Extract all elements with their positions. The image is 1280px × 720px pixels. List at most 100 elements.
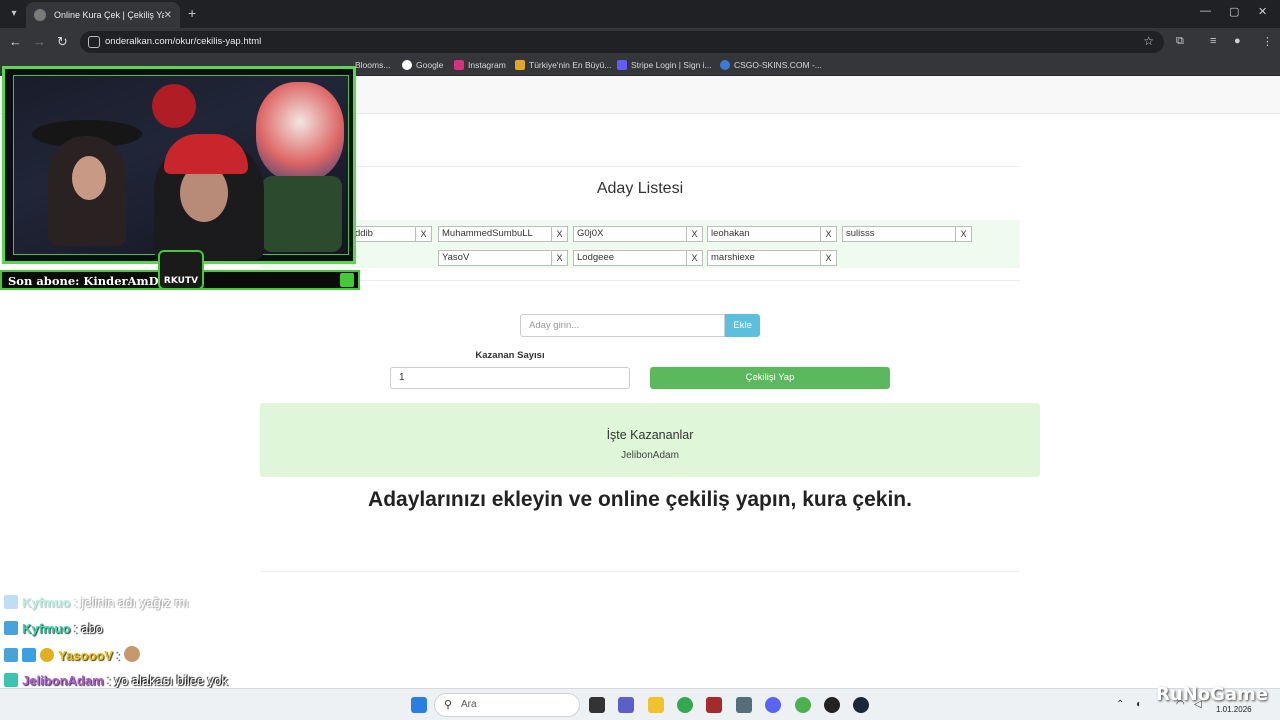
bookmark-item[interactable]: Blooms... [355,60,390,70]
taskbar-search[interactable]: ⚲ Ara [434,693,580,717]
chrome-icon[interactable] [677,697,693,713]
window-close-icon[interactable]: ✕ [1258,5,1267,18]
candidate-name-field[interactable]: Lodgeee [573,250,687,266]
chat-text: : [112,648,124,663]
candidate-name-field[interactable]: G0j0X [573,226,687,242]
bookmark-item[interactable]: Türkiye'nin En Büyü... [515,60,611,70]
restore-icon[interactable]: ▢ [1229,5,1239,18]
bookmark-item[interactable]: Instagram [454,60,506,70]
file-explorer-icon[interactable] [648,697,664,713]
remove-candidate-button[interactable]: X [416,226,432,242]
chat-message: Kyfmuo : jelinin adı yağız mı [4,594,189,612]
ornament-image [152,84,196,128]
winner-name: JelibonAdam [621,450,679,461]
platform-icon [4,673,18,687]
divider [260,280,1020,281]
hat-image [164,134,248,174]
tray-app-icon[interactable]: ◐ [1136,699,1142,710]
draw-button[interactable]: Çekilişi Yap [650,367,890,389]
watermark-logo: RuNoGame [1156,684,1268,705]
chat-username: Kyfmuo [22,595,71,610]
discord-icon[interactable] [765,697,781,713]
webcam-overlay [2,66,356,264]
reload-icon[interactable]: ↻ [57,34,68,50]
candidate-item: sulisss X [842,226,972,242]
chat-username: Kyfmuo [22,621,71,636]
tab-bar: ▾ Online Kura Çek | Çekiliş Yap ✕ + — ▢ … [0,0,1280,28]
remove-candidate-button[interactable]: X [821,250,837,266]
badge-icon [22,648,36,662]
taskbar-date[interactable]: 1.01.2026 [1216,705,1252,714]
decoration-image [262,176,342,252]
page-headline: Adaylarınızı ekleyin ve online çekiliş y… [368,488,912,511]
remove-candidate-button[interactable]: X [821,226,837,242]
url-text: onderalkan.com/okur/cekilis-yap.html [105,36,262,47]
forward-icon[interactable]: → [33,34,46,50]
chat-username: YasoooV [58,648,113,663]
channel-logo-text: RKUTV [163,276,199,286]
divider [260,166,1020,167]
santa-image [256,82,344,182]
candidate-item: YasoV X [438,250,568,266]
app-icon[interactable] [706,697,722,713]
tab-active[interactable]: Online Kura Çek | Çekiliş Yap ✕ [26,2,180,28]
browser-toolbar: ← → ↻ onderalkan.com/okur/cekilis-yap.ht… [0,28,1280,56]
tray-chevron-icon[interactable]: ⌃ [1116,699,1124,710]
chat-message: Kyfmuo : abo [4,620,103,638]
webcam-feed [13,75,349,260]
remove-candidate-button[interactable]: X [956,226,972,242]
channel-logo: RKUTV [158,250,204,290]
menu-icon[interactable]: ⋮ [1262,35,1273,48]
candidate-item: leohakan X [707,226,837,242]
candidate-item: MuhammedSumbuLL X [438,226,568,242]
add-candidate-button[interactable]: Ekle [725,314,760,337]
remove-candidate-button[interactable]: X [687,226,703,242]
chrome-active-icon[interactable] [795,697,811,713]
sub-badge-icon [40,648,54,662]
chat-text: : abo [70,621,103,636]
chat-username: JelibonAdam [22,673,104,688]
candidate-name-field[interactable]: YasoV [438,250,552,266]
minimize-icon[interactable]: — [1200,5,1211,17]
add-candidate-input[interactable]: Aday girin... [520,314,725,337]
profile-icon[interactable]: ● [1234,35,1241,47]
bookmark-item[interactable]: Google [402,60,443,70]
tab-search-icon[interactable]: ▾ [6,6,22,22]
site-info-icon[interactable] [88,36,100,48]
search-icon: ⚲ [444,699,453,711]
google-icon [402,60,412,70]
bookmark-site-icon [515,60,525,70]
candidate-name-field[interactable]: MuhammedSumbuLL [438,226,552,242]
task-view-icon[interactable] [589,697,605,713]
candidate-item: Lodgeee X [573,250,703,266]
candidate-item: marshiexe X [707,250,837,266]
candidate-name-field[interactable]: sulisss [842,226,956,242]
taskbar: ⚲ Ara ⌃ ◐ ◠ ◁ 1.01.2026 [0,688,1280,720]
reading-list-icon[interactable]: ≡ [1210,35,1216,47]
stripe-icon [617,60,627,70]
back-icon[interactable]: ← [9,34,22,50]
chat-text: : jelinin adı yağız mı [70,595,189,610]
remove-candidate-button[interactable]: X [552,250,568,266]
remove-candidate-button[interactable]: X [687,250,703,266]
winners-panel: İşte Kazananlar JelibonAdam [260,403,1040,477]
extensions-icon[interactable]: ⧉ [1176,35,1184,48]
winners-title: İşte Kazananlar [606,428,694,442]
winner-count-input[interactable]: 1 [390,367,630,389]
address-bar[interactable]: onderalkan.com/okur/cekilis-yap.html ☆ [80,31,1164,53]
windows-start-icon[interactable] [411,697,427,713]
bookmark-item[interactable]: CSGO-SKINS.COM -... [720,60,822,70]
candidate-name-field[interactable]: leohakan [707,226,821,242]
bookmark-star-icon[interactable]: ☆ [1143,34,1154,48]
steam-icon[interactable] [853,697,869,713]
emote-icon [123,646,140,662]
new-tab-icon[interactable]: + [188,5,196,21]
teams-icon[interactable] [618,697,634,713]
obs-icon[interactable] [824,697,840,713]
candidate-name-field[interactable]: marshiexe [707,250,821,266]
remove-candidate-button[interactable]: X [552,226,568,242]
app-icon[interactable] [736,697,752,713]
tab-close-icon[interactable]: ✕ [164,10,172,21]
candidate-list-title: Aday Listesi [596,180,684,197]
bookmark-item[interactable]: Stripe Login | Sign i... [617,60,712,70]
